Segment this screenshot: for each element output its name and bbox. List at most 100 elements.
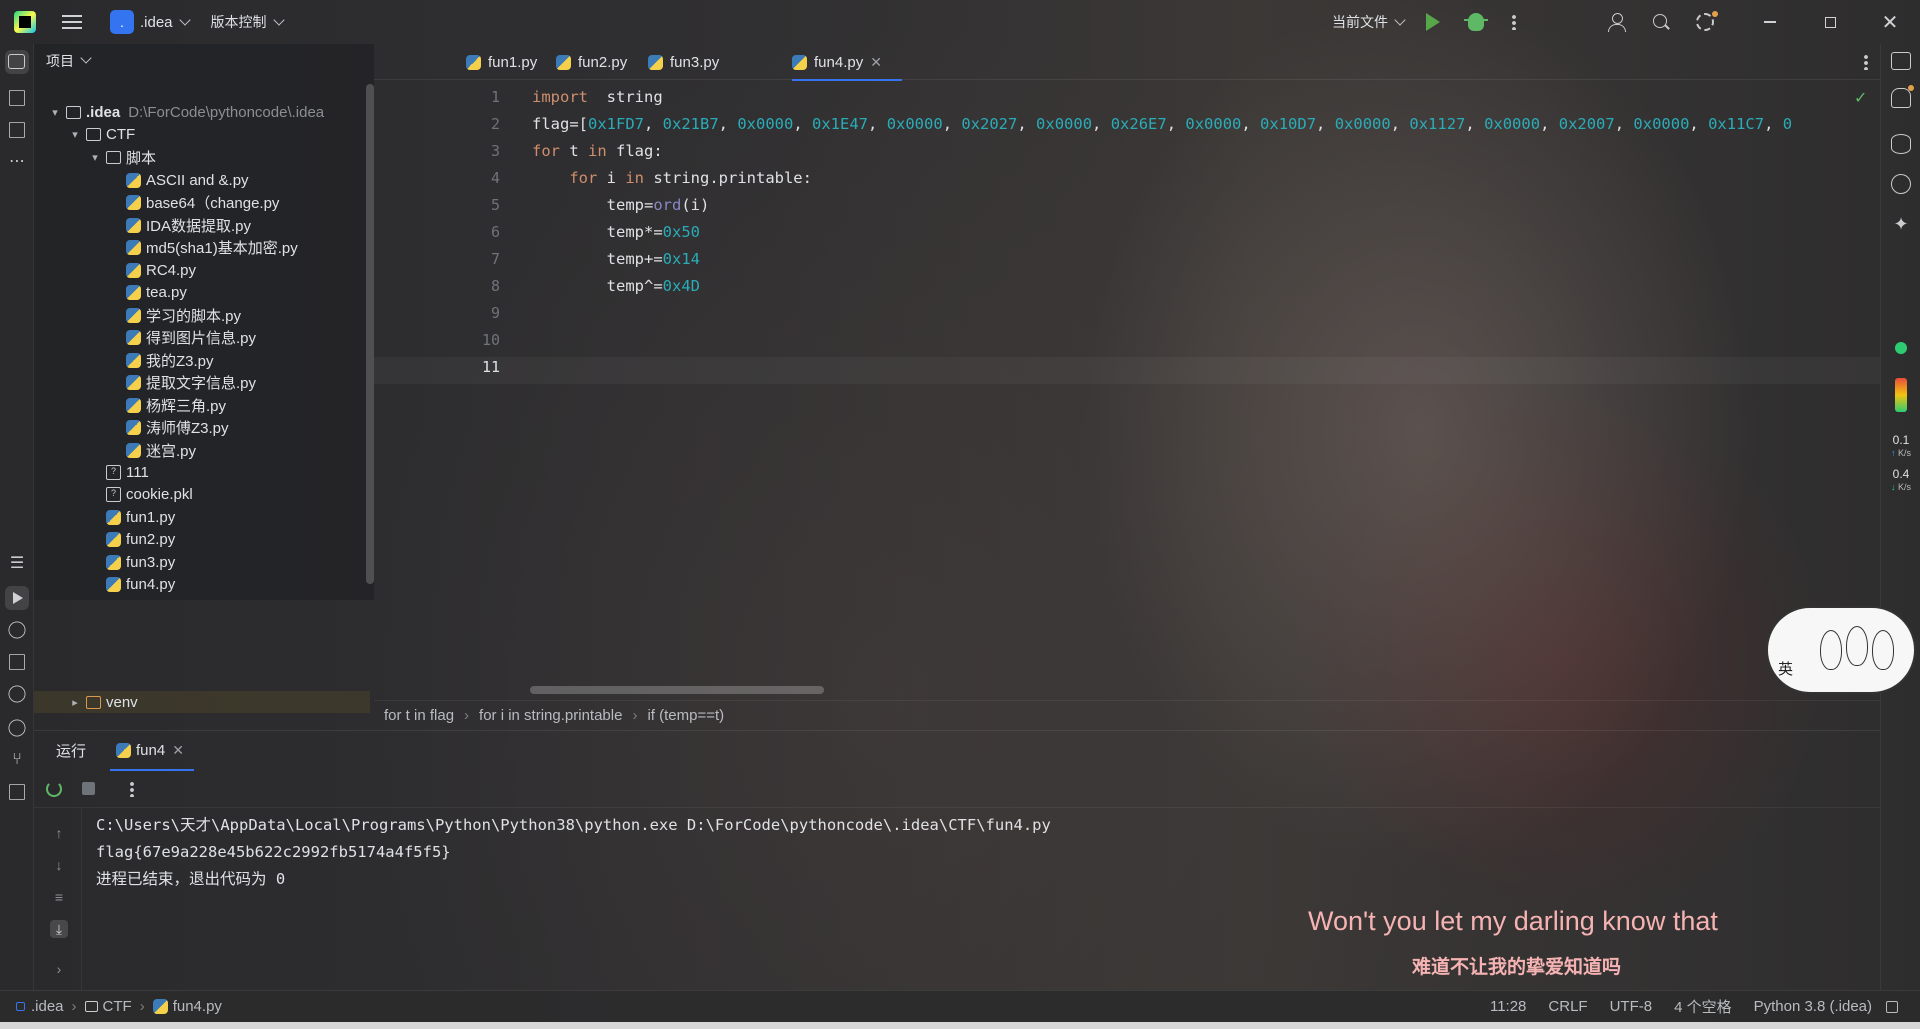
tree-file[interactable]: fun1.py [106,506,175,528]
stop-icon[interactable] [82,782,95,795]
menu-icon[interactable] [62,15,82,29]
ime-sticker[interactable]: 英 [1766,606,1916,694]
tree-file[interactable]: 提取文字信息.py [126,372,256,394]
tab-fun1[interactable]: fun1.py [466,44,537,80]
more-tools-icon[interactable]: ⋯ [7,152,27,172]
tree-file[interactable]: ? cookie.pkl [106,484,193,506]
git-icon[interactable]: ⑂ [7,750,27,770]
project-layout-icon[interactable] [1891,52,1911,72]
tree-file-label: 涛师傅Z3.py [146,420,229,437]
todo-icon[interactable]: ☰ [7,554,27,574]
problems-icon[interactable] [8,719,26,737]
bookmarks-icon[interactable] [9,122,25,138]
more-icon[interactable] [1512,14,1516,30]
settings-icon[interactable] [1696,11,1718,31]
project-scrollbar[interactable] [366,84,374,584]
close-tab-icon[interactable]: ✕ [870,54,882,71]
tree-file[interactable]: fun4.py [106,574,175,596]
scroll-down-icon[interactable]: ↓ [50,856,68,874]
run-icon[interactable] [1426,13,1440,31]
editor-horizontal-scrollbar[interactable] [530,686,824,694]
tree-file-label: cookie.pkl [126,486,193,503]
folder-icon [66,105,81,119]
console-output[interactable]: C:\Users\天才\AppData\Local\Programs\Pytho… [96,812,1876,893]
file-encoding[interactable]: UTF-8 [1610,998,1653,1015]
inspection-ok-icon[interactable]: ✓ [1854,88,1867,108]
tree-file[interactable]: IDA数据提取.py [126,214,251,236]
tree-file[interactable]: md5(sha1)基本加密.py [126,237,298,259]
close-tab-icon[interactable]: ✕ [172,742,184,759]
debug-icon[interactable] [1464,13,1488,31]
database-icon[interactable] [1891,134,1911,154]
tree-folder-scripts[interactable]: ▾ 脚本 [88,146,156,168]
more-icon[interactable] [130,781,134,797]
breadcrumb-item[interactable]: for t in flag [384,707,454,724]
tab-fun2[interactable]: fun2.py [556,44,627,80]
project-badge[interactable]: . [110,10,134,34]
chevron-down-icon [272,14,285,26]
code-editor[interactable]: import string flag=[0x1FD7, 0x21B7, 0x00… [532,84,1880,300]
tree-file[interactable]: ASCII and &.py [126,169,249,191]
run-tool-button[interactable] [5,586,29,610]
status-path-item[interactable]: CTF [103,998,132,1015]
title-bar: . .idea 版本控制 当前文件 ✕ [0,0,1920,44]
tree-file[interactable]: 杨辉三角.py [126,394,226,416]
tree-file[interactable]: RC4.py [126,259,196,281]
lock-icon[interactable] [1886,1000,1898,1013]
vcs-menu[interactable]: 版本控制 [211,12,285,32]
python-interpreter[interactable]: Python 3.8 (.idea) [1754,998,1872,1015]
soft-wrap-icon[interactable]: ≡ [50,888,68,906]
minimize-button[interactable] [1740,0,1800,44]
project-switcher[interactable]: .idea [140,14,191,31]
python-file-icon [106,532,121,547]
tab-fun4[interactable]: fun4.py ✕ [792,44,902,81]
chevron-right-icon[interactable]: ▸ [68,696,82,709]
sciview-icon[interactable] [1891,174,1911,194]
run-tab-fun4[interactable]: fun4 ✕ [110,731,194,771]
search-icon[interactable] [1652,13,1670,31]
tree-file[interactable]: 得到图片信息.py [126,327,256,349]
breadcrumb-item[interactable]: for i in string.printable [479,707,622,724]
project-tool-button[interactable] [5,50,29,74]
tree-folder-ctf[interactable]: ▾ CTF [68,123,135,145]
layers-icon[interactable] [9,654,25,670]
tree-file[interactable]: 我的Z3.py [126,349,214,371]
tree-file[interactable]: fun2.py [106,529,175,551]
project-panel-header[interactable]: 项目 [34,44,374,78]
chevron-down-icon[interactable]: ▾ [68,128,82,141]
structure-icon[interactable] [9,90,25,106]
indent-setting[interactable]: 4 个空格 [1674,996,1732,1017]
tree-file[interactable]: ? 111 [106,461,149,483]
rerun-icon[interactable] [46,781,62,797]
maximize-button[interactable] [1800,0,1860,44]
notifications-icon[interactable] [1891,85,1914,108]
terminal-icon[interactable] [9,784,25,800]
tree-file[interactable]: fun3.py [106,551,175,573]
ai-assistant-icon[interactable]: ✦ [1891,214,1911,234]
line-ending[interactable]: CRLF [1548,998,1587,1015]
unknown-file-icon: ? [106,487,121,502]
status-path-item[interactable]: fun4.py [173,998,222,1015]
add-user-icon[interactable] [1608,13,1626,32]
tab-fun3[interactable]: fun3.py [648,44,719,80]
status-path-item[interactable]: .idea [31,998,64,1015]
breadcrumb-item[interactable]: if (temp==t) [647,707,724,724]
tree-root[interactable]: ▾ .idea D:\ForCode\pythoncode\.idea [48,101,324,123]
caret-position[interactable]: 11:28 [1490,998,1526,1015]
tree-file[interactable]: 迷宫.py [126,439,196,461]
python-console-icon[interactable] [8,621,26,639]
tree-file[interactable]: 涛师傅Z3.py [126,417,229,439]
chevron-down-icon[interactable]: ▾ [88,151,102,164]
expand-icon[interactable]: › [50,960,68,978]
services-icon[interactable] [8,685,26,703]
tree-file[interactable]: base64（change.py [126,192,279,214]
tree-folder-venv[interactable]: ▸ venv [34,691,370,713]
tree-file[interactable]: tea.py [126,282,187,304]
close-button[interactable]: ✕ [1860,0,1920,44]
run-config-selector[interactable]: 当前文件 [1332,12,1406,32]
tabs-more-icon[interactable] [1864,54,1868,70]
scroll-to-end-icon[interactable]: ⤓ [50,920,68,938]
scroll-up-icon[interactable]: ↑ [50,824,68,842]
chevron-down-icon[interactable]: ▾ [48,106,62,119]
tree-file[interactable]: 学习的脚本.py [126,304,241,326]
